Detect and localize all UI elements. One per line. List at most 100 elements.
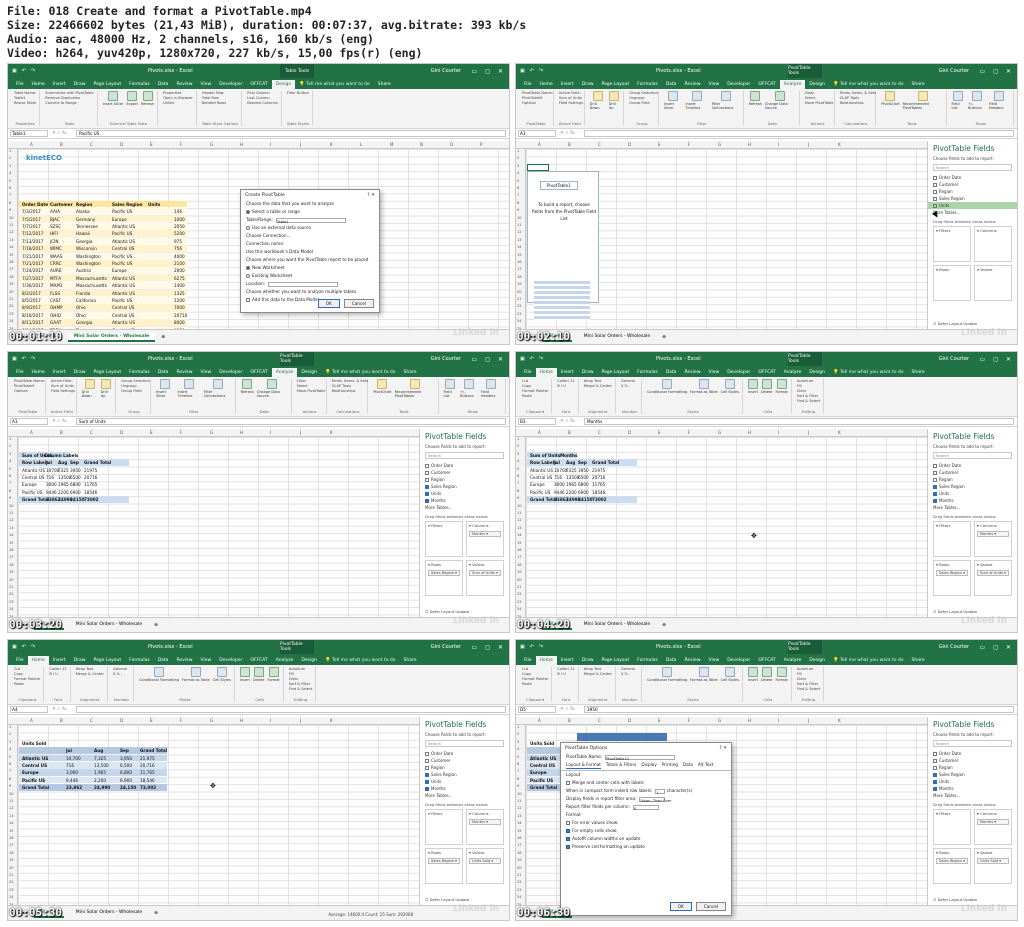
field-checkbox[interactable] [933,485,937,489]
area-field-chip[interactable]: Sales Region ▾ [428,570,460,576]
table-cell[interactable]: 975 [174,238,182,245]
row-header[interactable]: 3 [9,164,11,168]
field-item[interactable]: Order Date [420,462,509,469]
field-checkbox[interactable] [933,752,937,756]
pivot-cell[interactable]: 3000 [554,481,565,488]
undo-icon[interactable]: ↶ [530,644,534,650]
tab-draw[interactable]: Draw [70,656,90,665]
table-cell[interactable]: JCIN [50,238,59,245]
ok-button[interactable]: OK [317,299,340,308]
table-cell[interactable]: 6275 [174,275,185,282]
ribbon-button[interactable]: Field List [952,91,966,110]
table-cell[interactable]: Austria [76,267,91,274]
field-item[interactable]: Months [420,497,509,504]
table-cell[interactable]: Atlantic US [112,282,135,289]
cancel-button[interactable]: Cancel [343,299,374,308]
pivot-cell[interactable]: 7325 [566,467,577,474]
dialog-close-icon[interactable]: ? ✕ [719,746,727,751]
pivot-column-labels[interactable]: Column Labels [44,452,78,459]
pivot-cell[interactable]: Europe [530,769,547,776]
radio-button[interactable] [246,274,250,278]
row-header[interactable]: 16 [9,548,14,552]
row-header[interactable]: 4 [517,459,519,463]
ribbon-button[interactable]: Format [775,379,788,394]
table-cell[interactable]: Europe [112,267,127,274]
tab-data[interactable]: Data [662,80,681,89]
pivot-cell[interactable]: 9446 [46,489,57,496]
save-icon[interactable]: ▣ [12,356,17,362]
table-cell[interactable]: Pacific US [112,260,132,267]
row-header[interactable]: 19 [9,570,14,574]
column-header[interactable]: I [270,142,271,147]
tab-pagelayout[interactable]: Page Layout [598,368,634,377]
table-cell[interactable]: Wisconsin [76,245,97,252]
field-item[interactable]: Order Date [420,750,509,757]
row-header[interactable]: 12 [517,806,522,810]
pivot-cell[interactable]: 6900 [70,489,81,496]
dialog-line[interactable]: Preserve cell formatting on update [561,843,731,851]
ribbon-small-button[interactable]: B I U [49,672,57,677]
table-cell[interactable]: 8/11/2017 [22,319,43,326]
pivot-cell[interactable]: 1965 [566,481,577,488]
ribbon-button[interactable]: Format as Table [690,667,718,682]
column-header[interactable]: K [838,430,841,435]
pane-search-input[interactable]: Search [425,452,504,459]
column-header[interactable]: O [450,142,453,147]
checkbox[interactable] [566,781,570,785]
table-cell[interactable]: Hawaii [76,230,90,237]
pivot-cell[interactable]: 20,716 [140,762,155,769]
row-header[interactable]: 19 [9,858,14,862]
add-sheet-icon[interactable]: ⊕ [154,911,158,916]
pivot-col-header[interactable]: Jul [66,747,72,754]
columns-area[interactable]: ▾ Columns Months ▾ [974,809,1012,845]
row-header[interactable]: 14 [9,245,14,249]
row-header[interactable]: 22 [9,592,14,596]
row-header[interactable]: 11 [517,223,522,227]
values-area[interactable]: ▾ Values Sum of Units ▾ [974,560,1012,596]
pivot-col-header[interactable]: Jul [46,459,52,466]
table-cell[interactable]: OHIO [50,312,61,319]
field-checkbox[interactable] [933,197,937,201]
table-cell[interactable]: GAAT [50,319,61,326]
row-header[interactable]: 19 [517,282,522,286]
field-checkbox[interactable] [933,499,937,503]
name-box[interactable]: B3 [518,418,556,425]
ribbon-button[interactable]: Refresh [749,91,762,106]
ribbon-button[interactable]: Drill Down [590,91,606,110]
ribbon-button[interactable]: Drill Up [609,91,621,110]
tab-home[interactable]: Home [535,368,557,377]
ribbon-button[interactable]: PivotChart [373,379,392,394]
pivot-values-label[interactable]: Sum of Units [530,452,560,459]
pivot-cell[interactable]: Central US [530,762,555,769]
tell-me-box[interactable]: 💡 Tell me what you want to do [321,368,400,377]
ribbon-button[interactable]: Delete [253,667,264,682]
column-header[interactable]: A [30,142,33,147]
ribbon-button[interactable]: PivotChart [881,91,900,106]
table-cell[interactable]: 2100 [174,260,185,267]
table-header[interactable]: Region [76,201,92,208]
tab-pagelayout[interactable]: Page Layout [598,656,634,665]
row-header[interactable]: 8 [517,489,519,493]
row-header[interactable]: 10 [9,216,14,220]
defer-layout-checkbox[interactable]: ☐ Defer Layout Update [933,321,977,326]
column-header[interactable]: F [180,718,182,723]
tab-design[interactable]: Design [297,656,321,665]
undo-icon[interactable]: ↶ [22,68,26,74]
ribbon-small-button[interactable]: Options [522,101,536,106]
tab-draw[interactable]: Draw [578,80,598,89]
column-header[interactable]: B [60,142,63,147]
table-cell[interactable]: AURE [50,267,62,274]
ribbon-small-button[interactable]: Unlink [163,101,174,106]
row-header[interactable]: 6 [517,186,519,190]
tab-pagelayout[interactable]: Page Layout [598,80,634,89]
pivot-cell[interactable]: 6500 [578,474,589,481]
redo-icon[interactable]: ↷ [31,644,35,650]
column-header[interactable]: B [568,430,571,435]
pivot-cell[interactable]: 6800 [578,481,589,488]
row-header[interactable]: 13 [9,238,14,242]
row-header[interactable]: 6 [517,762,519,766]
tell-me-box[interactable]: 💡 Tell me what you want to do [295,80,374,89]
row-header[interactable]: 16 [517,260,522,264]
radio-button[interactable] [246,210,250,214]
row-header[interactable]: 18 [9,275,14,279]
